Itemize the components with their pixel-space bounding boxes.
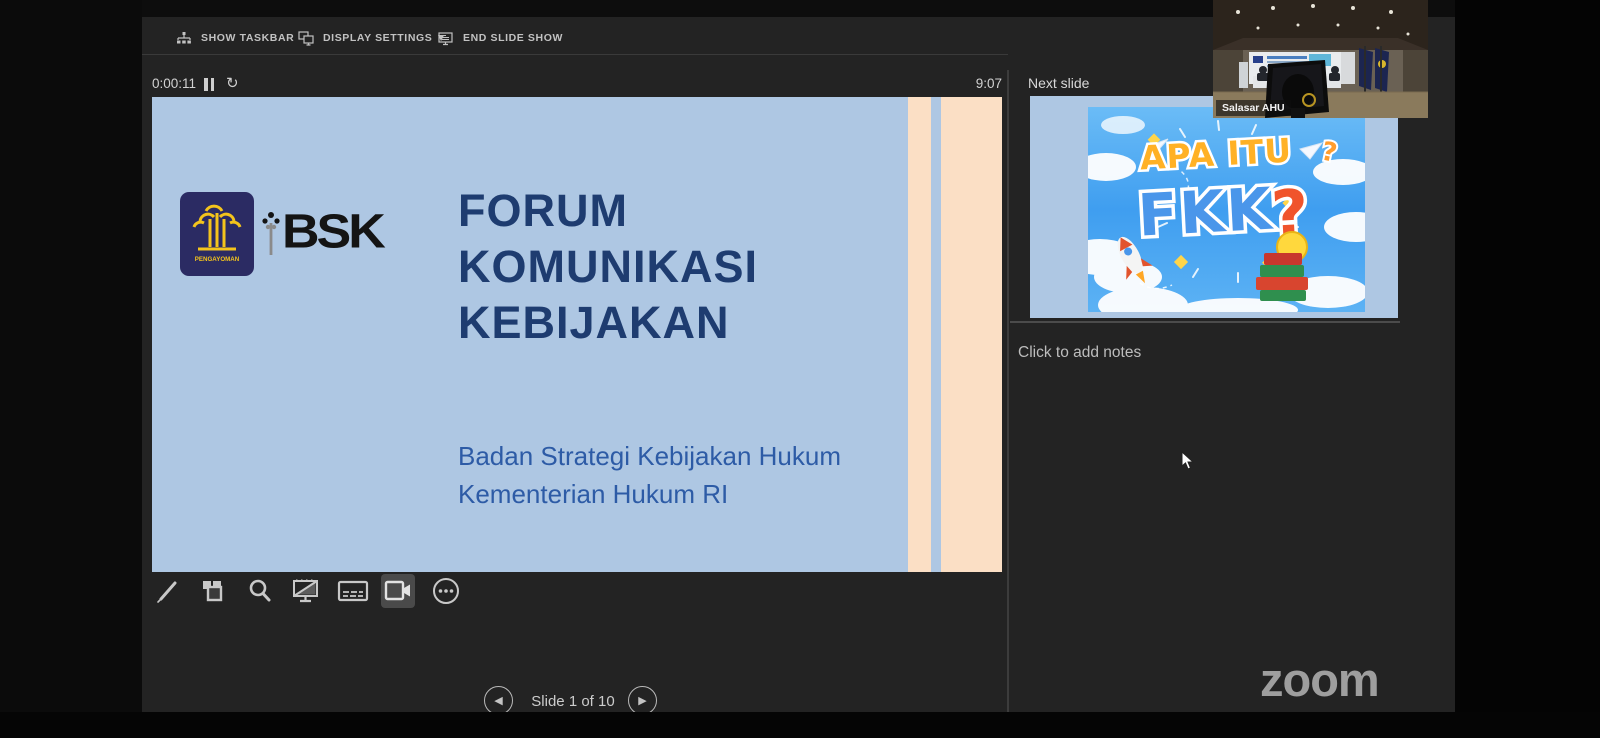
pen-icon (157, 581, 177, 603)
panel-divider (1007, 70, 1009, 712)
bsk-logo-text: BSK (282, 205, 386, 259)
bsk-logo: BSK (260, 199, 390, 265)
previous-arrow-icon: ◀ (494, 695, 503, 707)
next-slide-preview[interactable]: APA ITU ? FKK ? (1030, 96, 1398, 323)
notes-placeholder[interactable]: Click to add notes (1018, 344, 1141, 362)
magnifier-icon (249, 579, 271, 602)
current-slide[interactable]: PENGAYOMAN BSK FORUM KOMUNIKASI KEBIJAKA… (152, 97, 1002, 572)
next-arrow-icon: ▶ (638, 695, 647, 707)
mouse-cursor (1180, 450, 1196, 476)
svg-text:APA ITU: APA ITU (1139, 131, 1293, 178)
participant-name-badge: Salasar AHU (1216, 100, 1291, 116)
display-settings-label: DISPLAY SETTINGS ▼ (323, 32, 447, 44)
participant-video-thumbnail[interactable]: Salasar AHU (1213, 0, 1428, 118)
pengayoman-logo-text: PENGAYOMAN (195, 256, 240, 263)
end-slide-show-label: END SLIDE SHOW (463, 32, 563, 44)
notes-divider (1010, 321, 1400, 323)
svg-text:FKK: FKK (1136, 175, 1275, 250)
slide-accent-stripe (908, 97, 931, 572)
slide-title: FORUM KOMUNIKASI KEBIJAKAN (458, 185, 758, 348)
slide-counter: Slide 1 of 10 (531, 693, 615, 710)
left-black-strip (0, 0, 142, 738)
show-taskbar-button[interactable]: SHOW TASKBAR (176, 27, 294, 49)
camera-icon (384, 580, 410, 601)
zoom-watermark: zoom (1260, 653, 1380, 706)
all-slides-icon (203, 581, 223, 602)
subtitles-button[interactable] (336, 574, 370, 608)
participant-name: Salasar AHU (1222, 102, 1285, 114)
right-black-strip (1455, 0, 1600, 738)
end-slide-show-button[interactable]: END SLIDE SHOW (438, 27, 563, 49)
next-slide-image: APA ITU ? FKK ? (1064, 107, 1388, 323)
display-settings-icon (298, 30, 314, 46)
previous-slide-button[interactable]: ◀ (484, 686, 513, 715)
pengayoman-logo: PENGAYOMAN (180, 192, 254, 276)
pen-tool-button[interactable] (150, 574, 184, 608)
screen: SHOW TASKBAR DISPLAY SETTINGS ▼ END SLID… (0, 0, 1600, 738)
toolbar-separator (142, 54, 1008, 55)
display-settings-button[interactable]: DISPLAY SETTINGS ▼ (298, 27, 447, 49)
end-slide-show-icon (438, 31, 453, 45)
black-screen-icon (293, 579, 318, 603)
see-all-slides-button[interactable] (196, 574, 230, 608)
next-slide-label: Next slide (1028, 75, 1090, 91)
slide-subtitle: Badan Strategi Kebijakan Hukum Kementeri… (458, 441, 842, 509)
next-slide-button[interactable]: ▶ (628, 686, 657, 715)
bsk-tree-icon (262, 212, 280, 255)
taskbar-icon (177, 32, 191, 44)
restart-timer-button[interactable]: ↻ (226, 74, 239, 92)
more-options-icon (433, 578, 459, 604)
current-time: 9:07 (975, 76, 1002, 91)
camera-button[interactable] (381, 574, 415, 608)
zoom-slide-button[interactable] (243, 574, 277, 608)
black-screen-button[interactable] (289, 574, 323, 608)
show-taskbar-label: SHOW TASKBAR (201, 32, 295, 44)
subtitles-icon (337, 580, 369, 602)
elapsed-timer: 0:00:11 (152, 76, 197, 91)
slide-accent-stripe (941, 97, 1002, 572)
pause-timer-button[interactable] (204, 78, 216, 91)
more-options-button[interactable] (429, 574, 463, 608)
bottom-black-bar (0, 712, 1600, 738)
